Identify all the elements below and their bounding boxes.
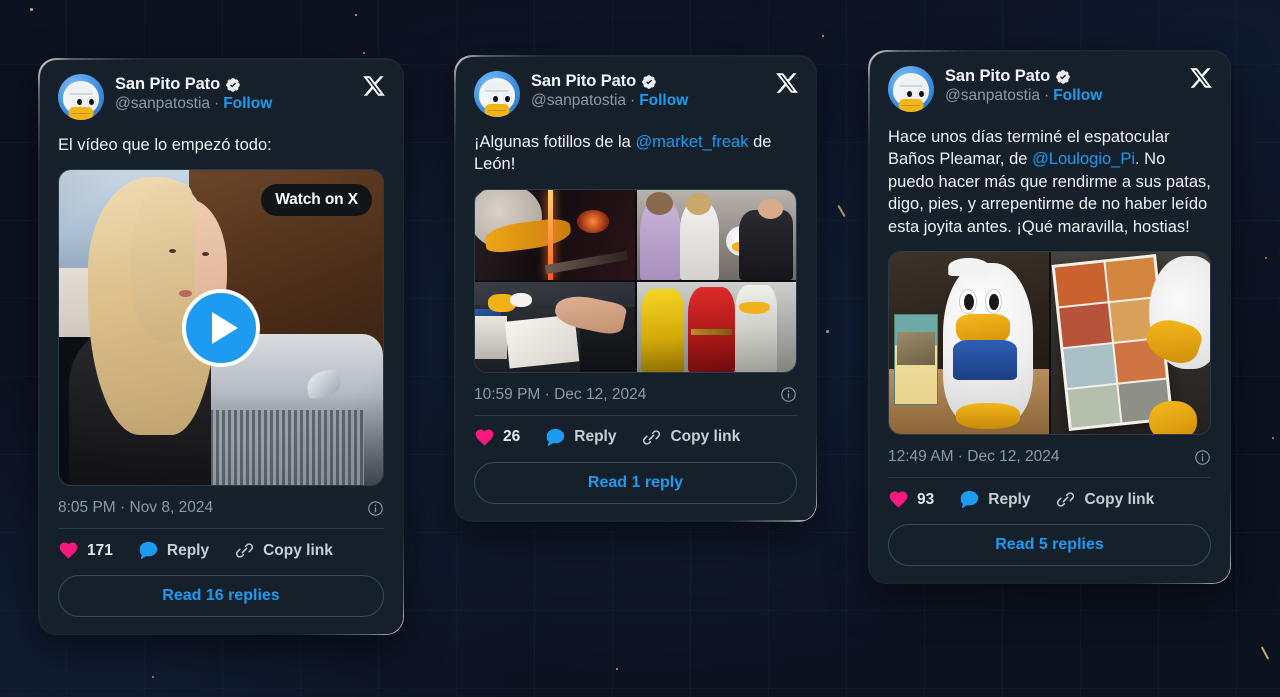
like-action[interactable]: 93 — [888, 489, 934, 510]
tweet-header: San Pito Pato @sanpatostia · Follow — [474, 71, 799, 117]
tweet-media-video[interactable]: Watch on X — [58, 169, 384, 487]
author-display-name: San Pito Pato — [945, 67, 1051, 85]
separator: · — [1044, 87, 1050, 104]
heart-icon — [59, 542, 78, 559]
tweet-card-3: San Pito Pato @sanpatostia · Follow Hace… — [868, 50, 1231, 585]
author-names: San Pito Pato @sanpatostia · Follow — [945, 66, 1211, 105]
read-replies-button[interactable]: Read 16 replies — [58, 575, 384, 618]
photo-1[interactable] — [889, 252, 1049, 435]
author-handle: @sanpatostia — [945, 87, 1041, 104]
reply-action[interactable]: Reply — [959, 489, 1030, 510]
tweet-media-photo-grid[interactable] — [888, 251, 1211, 436]
copy-link-action[interactable]: Copy link — [641, 427, 740, 448]
play-icon[interactable] — [182, 288, 260, 367]
reply-label: Reply — [166, 541, 210, 559]
reply-bubble-icon — [139, 542, 158, 560]
tweet-cards-container: San Pito Pato @sanpatostia · Follow El v… — [0, 0, 1280, 697]
photo-1[interactable] — [475, 189, 635, 280]
like-count: 93 — [917, 490, 935, 508]
link-chain-icon — [236, 543, 254, 559]
tweet-text-1: El vídeo que lo empezó todo: — [58, 134, 384, 156]
like-count: 171 — [87, 541, 113, 559]
read-replies-button[interactable]: Read 1 reply — [474, 461, 797, 504]
tweet-card-1: San Pito Pato @sanpatostia · Follow El v… — [38, 58, 404, 636]
tweet-meta-row: 8:05 PM · Nov 8, 2024 — [58, 499, 384, 530]
avatar[interactable] — [58, 74, 104, 120]
heart-icon — [889, 491, 908, 508]
follow-button[interactable]: Follow — [1053, 87, 1102, 105]
x-logo-icon[interactable] — [775, 71, 799, 95]
copy-link-label: Copy link — [263, 541, 333, 559]
reply-bubble-icon — [961, 491, 979, 509]
tweet-timestamp: 10:59 PM · Dec 12, 2024 — [474, 385, 647, 403]
copy-link-label: Copy link — [670, 428, 741, 446]
like-action[interactable]: 171 — [58, 540, 113, 561]
follow-button[interactable]: Follow — [639, 92, 688, 110]
copy-link-label: Copy link — [1084, 490, 1155, 508]
verified-badge-icon — [226, 77, 240, 92]
author-display-name: San Pito Pato — [531, 72, 637, 90]
tweet-timestamp: 8:05 PM · Nov 8, 2024 — [58, 499, 214, 517]
link-chain-icon — [1057, 492, 1075, 507]
tweet-media-photo-grid[interactable] — [474, 188, 797, 373]
tweet-header: San Pito Pato @sanpatostia · Follow — [888, 66, 1213, 112]
photo-2[interactable] — [1050, 252, 1210, 435]
separator: · — [214, 95, 220, 112]
tweet-meta-row: 10:59 PM · Dec 12, 2024 — [474, 386, 797, 416]
copy-link-action[interactable]: Copy link — [1055, 489, 1154, 510]
tweet-actions: 93 Reply Copy link — [888, 489, 1211, 510]
tweet-header: San Pito Pato @sanpatostia · Follow — [58, 74, 386, 120]
photo-4[interactable] — [636, 281, 796, 372]
text-run: ¡Algunas fotillos de la — [474, 133, 636, 151]
avatar-duck-face — [893, 72, 929, 112]
author-names: San Pito Pato @sanpatostia · Follow — [115, 74, 384, 113]
photo-2[interactable] — [636, 189, 796, 280]
verified-badge-icon — [642, 74, 656, 89]
info-circle-icon[interactable] — [780, 386, 797, 403]
author-names: San Pito Pato @sanpatostia · Follow — [531, 71, 797, 110]
tweet-actions: 171 Reply Copy link — [58, 540, 384, 561]
mention-link[interactable]: @market_freak — [635, 133, 748, 151]
like-action[interactable]: 26 — [474, 427, 520, 448]
reply-action[interactable]: Reply — [545, 427, 616, 448]
copy-link-action[interactable]: Copy link — [234, 540, 333, 561]
info-circle-icon[interactable] — [367, 500, 384, 517]
verified-badge-icon — [1056, 69, 1070, 84]
mention-link[interactable]: @Loulogio_Pi — [1032, 150, 1135, 168]
read-replies-button[interactable]: Read 5 replies — [888, 524, 1211, 567]
author-display-name: San Pito Pato — [115, 75, 221, 93]
avatar[interactable] — [474, 71, 520, 117]
like-count: 26 — [503, 428, 521, 446]
watch-on-x-button[interactable]: Watch on X — [261, 184, 372, 217]
info-circle-icon[interactable] — [1194, 449, 1211, 466]
heart-icon — [475, 429, 494, 446]
x-logo-icon[interactable] — [1189, 66, 1213, 90]
tweet-text-3: Hace unos días terminé el espatocular Ba… — [888, 126, 1211, 238]
tweet-timestamp: 12:49 AM · Dec 12, 2024 — [888, 448, 1060, 466]
link-chain-icon — [643, 430, 661, 445]
reply-label: Reply — [574, 428, 617, 446]
author-handle: @sanpatostia — [531, 92, 627, 109]
reply-bubble-icon — [547, 428, 565, 446]
photo-3[interactable] — [475, 281, 635, 372]
avatar-duck-face — [479, 77, 515, 117]
author-handle: @sanpatostia — [115, 95, 211, 112]
tweet-meta-row: 12:49 AM · Dec 12, 2024 — [888, 448, 1211, 479]
text-run: El vídeo que lo empezó todo: — [58, 136, 272, 154]
tweet-actions: 26 Reply Copy link — [474, 427, 797, 448]
avatar[interactable] — [888, 66, 934, 112]
avatar-duck-face — [63, 80, 99, 120]
x-logo-icon[interactable] — [362, 74, 386, 98]
follow-button[interactable]: Follow — [223, 95, 272, 113]
separator: · — [630, 92, 636, 109]
tweet-card-2: San Pito Pato @sanpatostia · Follow ¡Alg… — [454, 55, 817, 522]
reply-action[interactable]: Reply — [138, 540, 209, 561]
reply-label: Reply — [988, 490, 1031, 508]
tweet-text-2: ¡Algunas fotillos de la @market_freak de… — [474, 131, 797, 176]
